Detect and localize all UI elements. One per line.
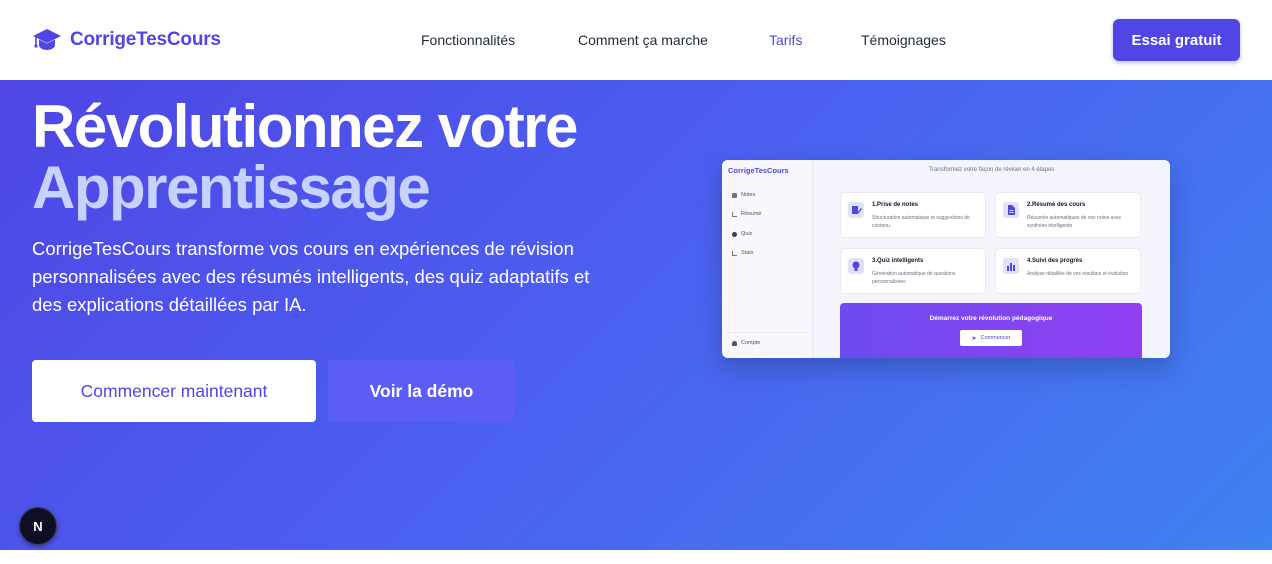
mockup-cta-banner: Démarrez votre révolution pédagogique ➤ … (840, 303, 1142, 358)
mockup-card-desc: Résumés automatiques de vos notes avec s… (1027, 215, 1122, 229)
mockup-cta-title: Démarrez votre révolution pédagogique (929, 315, 1053, 322)
hero-title-line2: Apprentissage (32, 154, 431, 221)
nav-link-fonctionnalites[interactable]: Fonctionnalités (421, 32, 515, 48)
mockup-title: Transformez votre façon de réviser en 4 … (928, 167, 1055, 173)
mockup-card-resume: 2.Résumé des cours Résumés automatiques … (995, 192, 1141, 238)
mockup-sidebar: CorrigeTesCours Notes Résumé Quiz Stats … (722, 160, 813, 358)
mockup-card-title: 1.Prise de notes (872, 202, 919, 208)
mockup-main: Transformez votre façon de réviser en 4 … (813, 160, 1170, 358)
free-trial-button[interactable]: Essai gratuit (1113, 19, 1240, 61)
view-demo-button[interactable]: Voir la démo (328, 360, 515, 422)
nav-link-comment-ca-marche[interactable]: Comment ça marche (578, 32, 708, 48)
hero-section: Révolutionnez votre Apprentissage Corrig… (0, 80, 1272, 550)
mockup-account-item: Compte (732, 340, 760, 346)
chart-line-icon (732, 250, 737, 256)
mockup-sidebar-item-resume: Résumé (732, 211, 761, 217)
hero-description: CorrigeTesCours transforme vos cours en … (32, 238, 590, 315)
n-letter: N (33, 518, 43, 534)
mockup-card-title: 3.Quiz intelligents (872, 258, 924, 264)
document-icon (1003, 202, 1019, 218)
mockup-card-quiz: 3.Quiz intelligents Génération automatiq… (840, 248, 986, 294)
brand-logo[interactable]: CorrigeTesCours (32, 27, 221, 53)
lightbulb-icon (848, 258, 864, 274)
app-preview-mockup: CorrigeTesCours Notes Résumé Quiz Stats … (722, 160, 1170, 358)
mockup-sidebar-item-stats: Stats (732, 250, 754, 256)
bar-chart-icon (1003, 258, 1019, 274)
file-icon (732, 192, 737, 198)
nav-link-tarifs[interactable]: Tarifs (769, 32, 802, 48)
mockup-card-title: 4.Suivi des progrès (1027, 258, 1083, 264)
mockup-card-title: 2.Résumé des cours (1027, 202, 1086, 208)
mockup-card-desc: Génération automatique de questions pers… (872, 271, 956, 285)
nav-link-temoignages[interactable]: Témoignages (861, 32, 946, 48)
hero-title-line1: Révolutionnez votre (32, 93, 578, 160)
question-icon (732, 231, 737, 237)
brand-name: CorrigeTesCours (70, 29, 221, 50)
mockup-card-desc: Analyse détaillée de vos résultats et év… (1027, 271, 1129, 277)
rocket-icon: ➤ (971, 335, 977, 342)
mockup-divider (726, 332, 808, 333)
mockup-card-progress: 4.Suivi des progrès Analyse détaillée de… (995, 248, 1141, 294)
mockup-card-desc: Structuration automatique et suggestions… (872, 215, 970, 229)
start-now-button[interactable]: Commencer maintenant (32, 360, 316, 422)
note-edit-icon (848, 202, 864, 218)
nextjs-dev-badge[interactable]: N (19, 507, 57, 545)
mockup-brand: CorrigeTesCours (728, 166, 789, 175)
user-icon (732, 340, 737, 346)
top-navbar: CorrigeTesCours Fonctionnalités Comment … (0, 0, 1272, 80)
mockup-sidebar-item-quiz: Quiz (732, 231, 752, 237)
mockup-card-notes: 1.Prise de notes Structuration automatiq… (840, 192, 986, 238)
graduation-cap-icon (32, 27, 62, 53)
chart-line-icon (732, 211, 737, 217)
mockup-sidebar-item-notes: Notes (732, 192, 755, 198)
mockup-start-button: ➤ Commencer (960, 330, 1022, 346)
